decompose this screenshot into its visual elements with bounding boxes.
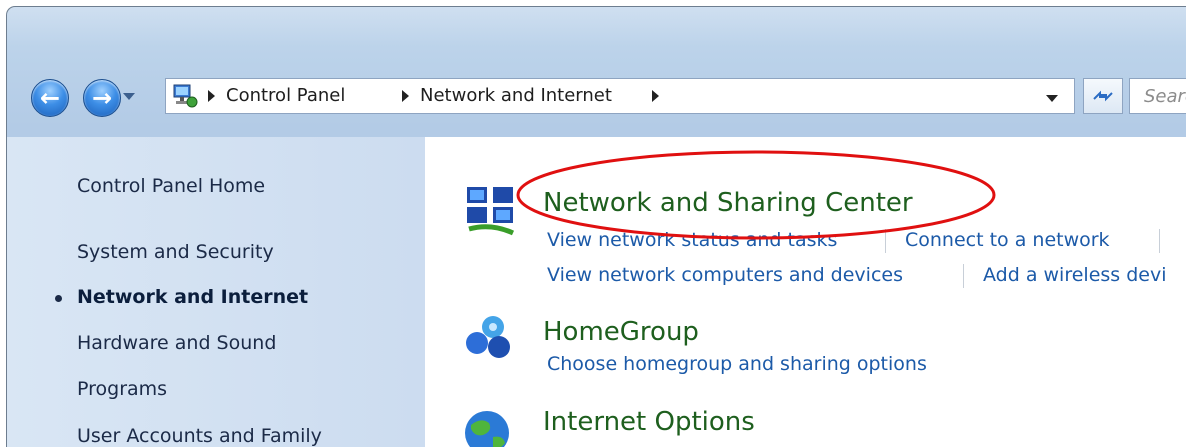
search-placeholder: Search bbox=[1144, 86, 1186, 107]
search-input[interactable]: Search bbox=[1129, 78, 1186, 114]
explorer-window: ← → Control Panel Network and Internet S… bbox=[6, 6, 1186, 447]
category-title-network-and-sharing-center[interactable]: Network and Sharing Center bbox=[543, 188, 913, 218]
globe-icon bbox=[465, 411, 509, 447]
task-link-view-network-computers[interactable]: View network computers and devices bbox=[547, 264, 903, 286]
homegroup-icon bbox=[466, 316, 510, 358]
sidebar-item-network-and-internet[interactable]: Network and Internet bbox=[55, 286, 309, 308]
network-icon bbox=[467, 187, 515, 236]
back-button[interactable]: ← bbox=[31, 79, 69, 117]
title-bar[interactable] bbox=[7, 7, 1186, 67]
sidebar-item-programs[interactable]: Programs bbox=[77, 378, 167, 400]
breadcrumb-control-panel[interactable]: Control Panel bbox=[226, 85, 345, 106]
chevron-right-icon[interactable] bbox=[652, 90, 659, 102]
address-dropdown-icon[interactable] bbox=[1046, 95, 1058, 102]
content-pane: Network and Sharing Center View network … bbox=[425, 137, 1186, 447]
category-title-internet-options[interactable]: Internet Options bbox=[543, 407, 755, 437]
current-bullet-icon bbox=[55, 295, 62, 302]
arrow-left-icon: ← bbox=[39, 84, 61, 112]
task-link-connect-to-network[interactable]: Connect to a network bbox=[905, 229, 1110, 251]
recent-pages-dropdown-icon[interactable] bbox=[123, 93, 135, 100]
navigation-pane: Control Panel Home System and Security N… bbox=[7, 137, 425, 447]
chevron-right-icon[interactable] bbox=[402, 90, 409, 102]
sidebar-item-system-and-security[interactable]: System and Security bbox=[77, 241, 274, 263]
refresh-button[interactable] bbox=[1083, 78, 1123, 114]
chevron-right-icon[interactable] bbox=[208, 90, 215, 102]
refresh-icon bbox=[1093, 90, 1113, 102]
divider bbox=[1159, 229, 1160, 253]
divider bbox=[885, 229, 886, 253]
task-link-homegroup-options[interactable]: Choose homegroup and sharing options bbox=[547, 353, 927, 375]
address-bar[interactable]: Control Panel Network and Internet bbox=[165, 78, 1075, 114]
breadcrumb-network-and-internet[interactable]: Network and Internet bbox=[420, 85, 612, 106]
category-title-homegroup[interactable]: HomeGroup bbox=[543, 317, 699, 347]
sidebar-item-control-panel-home[interactable]: Control Panel Home bbox=[77, 175, 265, 197]
sidebar-item-hardware-and-sound[interactable]: Hardware and Sound bbox=[77, 332, 276, 354]
task-link-add-wireless-device[interactable]: Add a wireless devi bbox=[983, 264, 1167, 286]
task-link-view-network-status[interactable]: View network status and tasks bbox=[547, 229, 837, 251]
arrow-right-icon: → bbox=[91, 84, 113, 112]
divider bbox=[963, 264, 964, 288]
sidebar-item-user-accounts[interactable]: User Accounts and Family bbox=[77, 425, 322, 447]
forward-button[interactable]: → bbox=[83, 79, 121, 117]
navigation-bar: ← → Control Panel Network and Internet S… bbox=[7, 67, 1186, 137]
network-location-icon bbox=[173, 84, 198, 108]
sidebar-item-label: Network and Internet bbox=[77, 286, 309, 308]
